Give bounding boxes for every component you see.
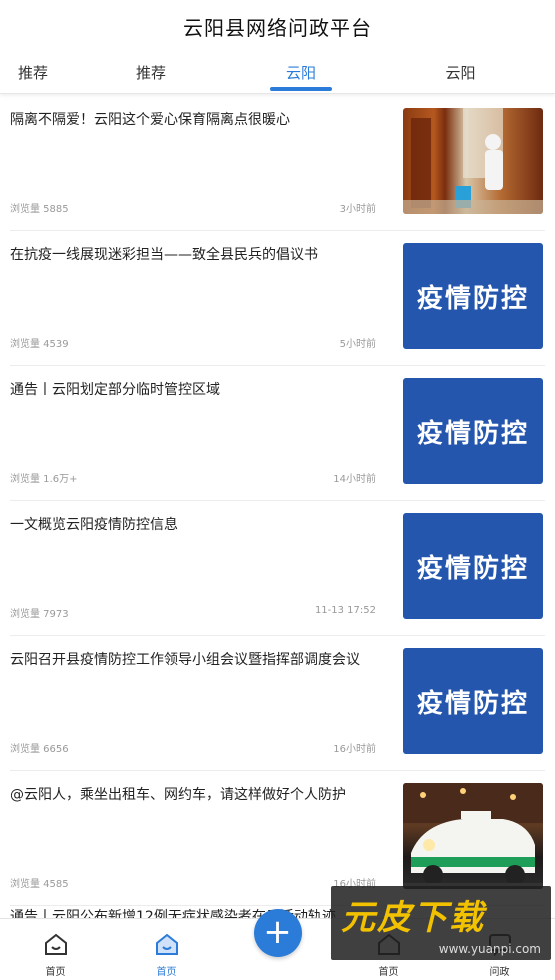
isolation-photo bbox=[403, 108, 543, 214]
plus-icon[interactable]: + bbox=[253, 909, 302, 957]
news-headline: @云阳人，乘坐出租车、网约车，请这样做好个人防护 bbox=[10, 787, 346, 803]
publish-time: 5小时前 bbox=[339, 339, 376, 350]
news-thumbnail: 疫情防控 bbox=[403, 513, 543, 619]
news-thumbnail bbox=[403, 108, 543, 214]
view-count: 浏览量 1.6万+ bbox=[10, 474, 78, 485]
taxi-photo bbox=[403, 783, 543, 889]
publish-time: 16小时前 bbox=[333, 744, 376, 755]
thumbnail-text: 疫情防控 bbox=[416, 553, 529, 584]
nav-publish[interactable]: + bbox=[222, 909, 333, 980]
tab-recommend-1[interactable]: 推荐 bbox=[0, 52, 66, 93]
watermark-url: www.yuanpi.com bbox=[438, 942, 541, 956]
thumbnail-text: 疫情防控 bbox=[416, 688, 529, 719]
view-count: 浏览量 6656 bbox=[10, 744, 69, 755]
view-count: 浏览量 4539 bbox=[10, 339, 69, 350]
news-headline: 云阳召开县疫情防控工作领导小组会议暨指挥部调度会议 bbox=[10, 652, 360, 668]
nav-label: 问政 bbox=[489, 967, 510, 978]
app-header: 云阳县网络问政平台 bbox=[0, 0, 555, 52]
nav-label: 首页 bbox=[378, 967, 399, 978]
home-icon bbox=[154, 932, 180, 963]
page-title: 云阳县网络问政平台 bbox=[183, 15, 372, 40]
thumbnail-text: 疫情防控 bbox=[416, 418, 529, 449]
watermark-text: 元皮下载 bbox=[341, 898, 485, 938]
news-feed: 隔离不隔爱！云阳这个爱心保育隔离点很暖心 浏览量 5885 3小时前 在抗疫一线… bbox=[0, 96, 555, 906]
tab-recommend-2[interactable]: 推荐 bbox=[66, 52, 236, 93]
news-headline: 隔离不隔爱！云阳这个爱心保育隔离点很暖心 bbox=[10, 112, 290, 128]
view-count: 浏览量 4585 bbox=[10, 879, 69, 890]
news-thumbnail: 疫情防控 bbox=[403, 378, 543, 484]
view-count: 浏览量 5885 bbox=[10, 204, 69, 215]
publish-time: 3小时前 bbox=[339, 204, 376, 215]
news-thumbnail: 疫情防控 bbox=[403, 243, 543, 349]
nav-home-2[interactable]: 首页 bbox=[111, 919, 222, 980]
channel-tabs: 推荐 推荐 云阳 云阳 bbox=[0, 52, 555, 94]
watermark-logo: 元皮下载 www.yuanpi.com bbox=[331, 886, 551, 960]
publish-time: 14小时前 bbox=[333, 474, 376, 485]
news-headline: 一文概览云阳疫情防控信息 bbox=[10, 517, 178, 533]
news-item[interactable]: 通告丨云阳划定部分临时管控区域 浏览量 1.6万+ 14小时前 疫情防控 bbox=[10, 366, 545, 501]
view-count: 浏览量 7973 bbox=[10, 609, 69, 620]
news-item[interactable]: 隔离不隔爱！云阳这个爱心保育隔离点很暖心 浏览量 5885 3小时前 bbox=[10, 96, 545, 231]
home-icon bbox=[43, 932, 69, 963]
news-item[interactable]: 一文概览云阳疫情防控信息 浏览量 7973 11-13 17:52 疫情防控 bbox=[10, 501, 545, 636]
nav-label: 首页 bbox=[156, 967, 177, 978]
news-headline: 通告丨云阳划定部分临时管控区域 bbox=[10, 382, 220, 398]
nav-home-1[interactable]: 首页 bbox=[0, 919, 111, 980]
news-headline: 在抗疫一线展现迷彩担当——致全县民兵的倡议书 bbox=[10, 247, 318, 263]
publish-time: 11-13 17:52 bbox=[314, 605, 376, 616]
news-item[interactable]: 云阳召开县疫情防控工作领导小组会议暨指挥部调度会议 浏览量 6656 16小时前… bbox=[10, 636, 545, 771]
news-thumbnail: 疫情防控 bbox=[403, 648, 543, 754]
tab-yunyang-active[interactable]: 云阳 bbox=[236, 52, 366, 93]
nav-label: 首页 bbox=[45, 967, 66, 978]
thumbnail-text: 疫情防控 bbox=[416, 283, 529, 314]
tab-yunyang-2[interactable]: 云阳 bbox=[366, 52, 555, 93]
news-thumbnail bbox=[403, 783, 543, 889]
news-item[interactable]: 在抗疫一线展现迷彩担当——致全县民兵的倡议书 浏览量 4539 5小时前 疫情防… bbox=[10, 231, 545, 366]
